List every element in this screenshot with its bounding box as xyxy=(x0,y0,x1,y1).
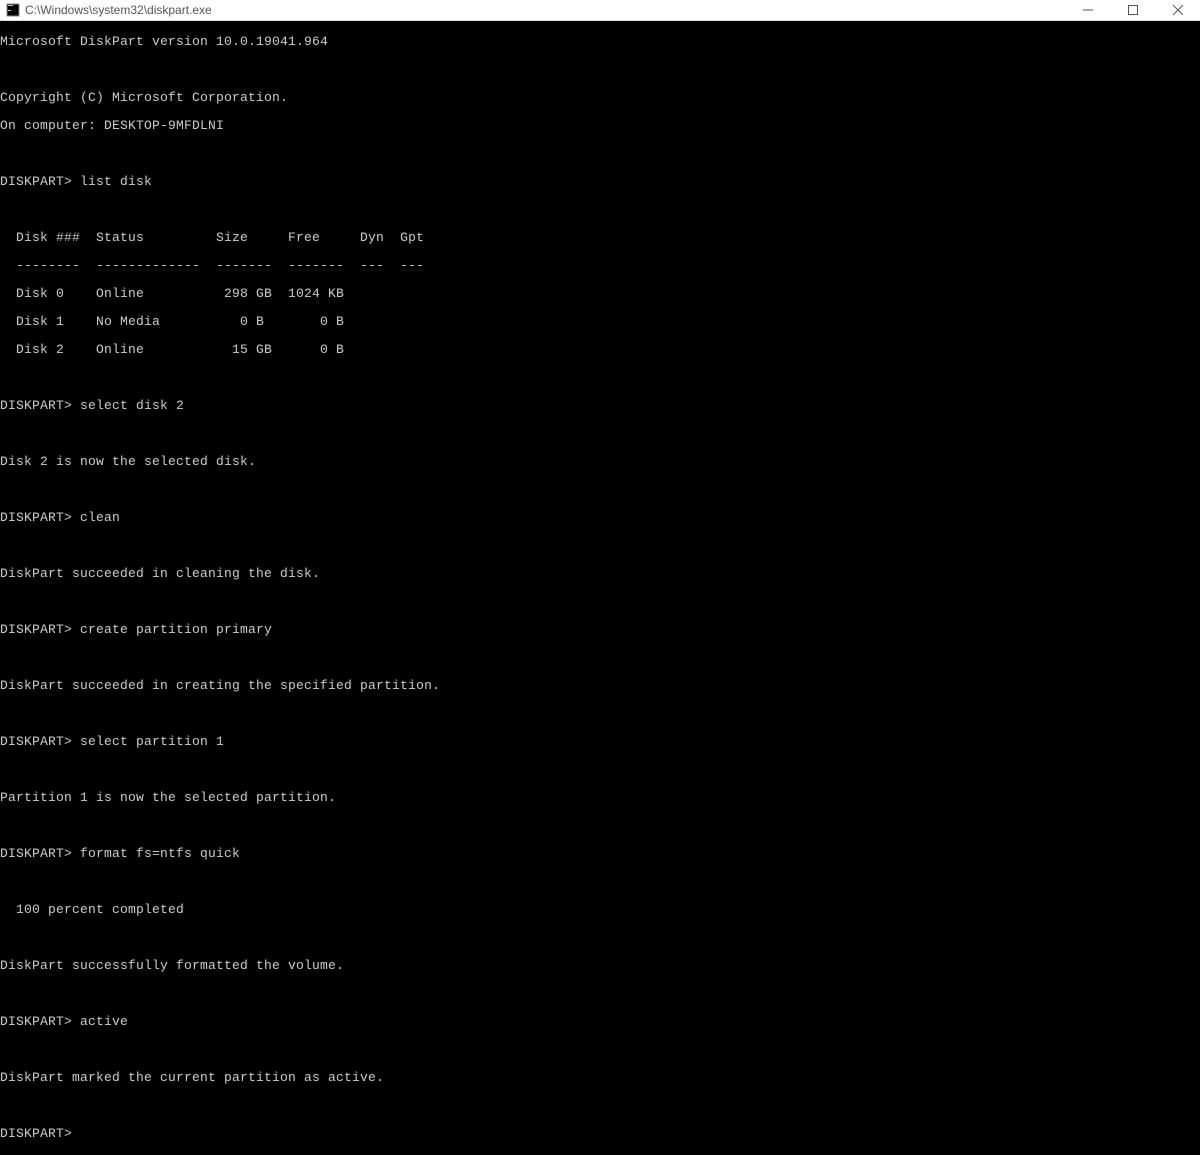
response-active: DiskPart marked the current partition as… xyxy=(0,1071,1200,1085)
minimize-button[interactable] xyxy=(1065,0,1110,20)
command: create partition primary xyxy=(80,622,272,637)
table-row: Disk 2 Online 15 GB 0 B xyxy=(0,343,1200,357)
prompt-select-disk: DISKPART> select disk 2 xyxy=(0,399,1200,413)
response-partition-selected: Partition 1 is now the selected partitio… xyxy=(0,791,1200,805)
prompt: DISKPART> xyxy=(0,1126,72,1141)
copyright-line: Copyright (C) Microsoft Corporation. xyxy=(0,91,1200,105)
prompt: DISKPART> xyxy=(0,622,72,637)
response-disk-selected: Disk 2 is now the selected disk. xyxy=(0,455,1200,469)
blank-line xyxy=(0,763,1200,777)
blank-line xyxy=(0,931,1200,945)
blank-line xyxy=(0,595,1200,609)
prompt-clean: DISKPART> clean xyxy=(0,511,1200,525)
prompt: DISKPART> xyxy=(0,846,72,861)
blank-line xyxy=(0,1099,1200,1113)
blank-line xyxy=(0,63,1200,77)
terminal-output[interactable]: Microsoft DiskPart version 10.0.19041.96… xyxy=(0,21,1200,1155)
blank-line xyxy=(0,987,1200,1001)
blank-line xyxy=(0,539,1200,553)
table-row: Disk 0 Online 298 GB 1024 KB xyxy=(0,287,1200,301)
table-header: Disk ### Status Size Free Dyn Gpt xyxy=(0,231,1200,245)
blank-line xyxy=(0,371,1200,385)
prompt-list-disk: DISKPART> list disk xyxy=(0,175,1200,189)
prompt-format: DISKPART> format fs=ntfs quick xyxy=(0,847,1200,861)
prompt: DISKPART> xyxy=(0,398,72,413)
prompt-create-partition: DISKPART> create partition primary xyxy=(0,623,1200,637)
blank-line xyxy=(0,707,1200,721)
blank-line xyxy=(0,147,1200,161)
prompt: DISKPART> xyxy=(0,734,72,749)
version-line: Microsoft DiskPart version 10.0.19041.96… xyxy=(0,35,1200,49)
response-clean: DiskPart succeeded in cleaning the disk. xyxy=(0,567,1200,581)
app-icon xyxy=(6,3,20,17)
command: clean xyxy=(80,510,120,525)
prompt: DISKPART> xyxy=(0,1014,72,1029)
prompt-active: DISKPART> active xyxy=(0,1015,1200,1029)
command: select partition 1 xyxy=(80,734,224,749)
window-controls xyxy=(1065,0,1200,20)
response-partition-created: DiskPart succeeded in creating the speci… xyxy=(0,679,1200,693)
blank-line xyxy=(0,875,1200,889)
prompt-current[interactable]: DISKPART> xyxy=(0,1127,1200,1141)
table-row: Disk 1 No Media 0 B 0 B xyxy=(0,315,1200,329)
computer-line: On computer: DESKTOP-9MFDLNI xyxy=(0,119,1200,133)
blank-line xyxy=(0,427,1200,441)
window-title: C:\Windows\system32\diskpart.exe xyxy=(25,3,1065,17)
blank-line xyxy=(0,483,1200,497)
response-format-progress: 100 percent completed xyxy=(0,903,1200,917)
command: list disk xyxy=(80,174,152,189)
command: select disk 2 xyxy=(80,398,184,413)
blank-line xyxy=(0,1043,1200,1057)
blank-line xyxy=(0,819,1200,833)
close-button[interactable] xyxy=(1155,0,1200,20)
prompt: DISKPART> xyxy=(0,510,72,525)
prompt: DISKPART> xyxy=(0,174,72,189)
prompt-select-partition: DISKPART> select partition 1 xyxy=(0,735,1200,749)
table-divider: -------- ------------- ------- ------- -… xyxy=(0,259,1200,273)
response-format-ok: DiskPart successfully formatted the volu… xyxy=(0,959,1200,973)
blank-line xyxy=(0,203,1200,217)
command: active xyxy=(80,1014,128,1029)
command: format fs=ntfs quick xyxy=(80,846,240,861)
titlebar: C:\Windows\system32\diskpart.exe xyxy=(0,0,1200,21)
maximize-button[interactable] xyxy=(1110,0,1155,20)
blank-line xyxy=(0,651,1200,665)
